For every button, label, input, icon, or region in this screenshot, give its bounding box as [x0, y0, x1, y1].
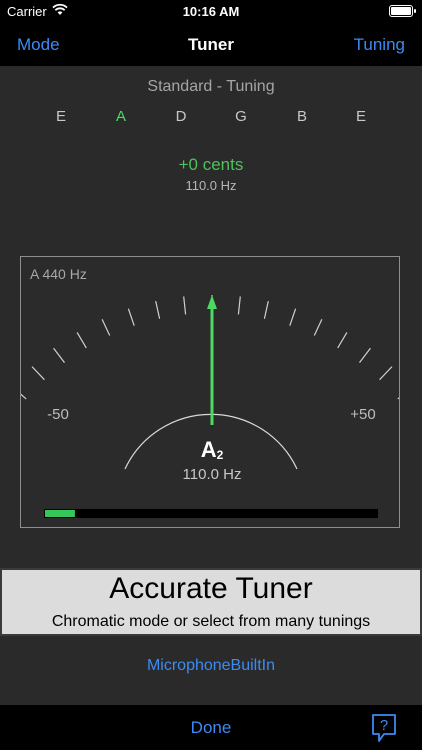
string-5[interactable]: E	[346, 108, 376, 125]
level-meter-fill	[45, 510, 75, 517]
tick-mark	[127, 308, 135, 326]
tuning-button[interactable]: Tuning	[354, 35, 405, 55]
reference-pitch-label: A 440 Hz	[30, 266, 87, 282]
tick-mark	[237, 296, 241, 315]
string-selector: EADGBE	[0, 108, 422, 128]
string-4[interactable]: B	[287, 108, 317, 125]
cents-readout: +0 cents	[178, 155, 244, 174]
tick-mark	[289, 308, 297, 326]
string-2[interactable]: D	[166, 108, 196, 125]
tick-mark	[397, 397, 399, 400]
status-bar: Carrier 10:16 AM	[0, 0, 422, 22]
tick-mark	[31, 366, 45, 381]
input-device-button[interactable]: MicrophoneBuiltIn	[0, 657, 422, 675]
done-button[interactable]: Done	[0, 718, 422, 738]
tick-mark	[379, 366, 393, 381]
level-meter-track	[44, 509, 378, 518]
svg-text:?: ?	[380, 717, 388, 734]
promo-banner[interactable]: Accurate Tuner Chromatic mode or select …	[0, 568, 422, 636]
tick-mark	[155, 300, 161, 319]
note-name: A2	[201, 437, 224, 462]
tick-marks	[21, 295, 399, 400]
tuning-name: Standard - Tuning	[147, 78, 275, 95]
tick-mark	[359, 347, 371, 363]
tick-mark	[183, 296, 187, 315]
string-1[interactable]: A	[106, 108, 136, 125]
clock: 10:16 AM	[182, 4, 240, 19]
frequency-readout: 110.0 Hz	[185, 178, 237, 193]
max-cents-label: +50	[350, 406, 375, 423]
tick-mark	[337, 332, 348, 349]
banner-title: Accurate Tuner	[109, 572, 313, 605]
min-cents-label: -50	[47, 406, 69, 423]
mode-button[interactable]: Mode	[17, 35, 60, 55]
tick-mark	[313, 318, 323, 336]
tick-mark	[21, 393, 27, 400]
note-frequency: 110.0 Hz	[183, 466, 242, 483]
navigation-bar: Mode Tuner Tuning	[0, 22, 422, 66]
meter-dial: A 440 Hz -50 +50 A2 110.0 Hz	[21, 266, 399, 518]
tick-mark	[53, 347, 65, 363]
tick-mark	[101, 318, 111, 336]
tick-mark	[263, 300, 269, 319]
banner-subtitle: Chromatic mode or select from many tunin…	[51, 613, 371, 630]
tuner-meter: A 440 Hz -50 +50 A2 110.0 Hz	[20, 256, 400, 528]
tuning-needle	[207, 295, 217, 425]
help-icon[interactable]: ?	[371, 713, 397, 743]
tick-mark	[76, 332, 87, 349]
string-0[interactable]: E	[46, 108, 76, 125]
string-3[interactable]: G	[226, 108, 256, 125]
bottom-bar: Done ?	[0, 705, 422, 750]
battery-icon	[389, 5, 416, 17]
